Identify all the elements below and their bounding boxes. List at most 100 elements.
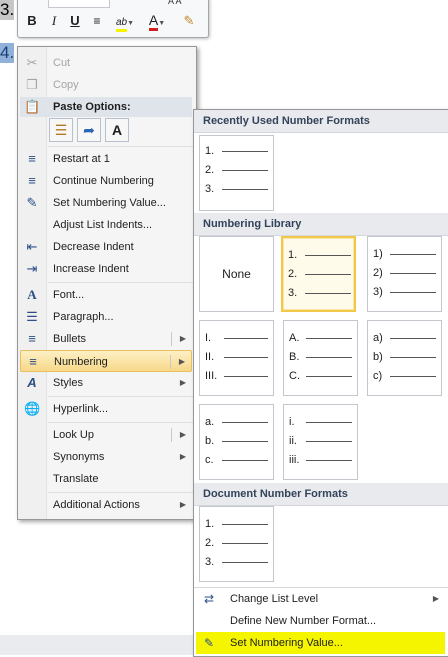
- menu-item-paragraph[interactable]: ☰ Paragraph...: [20, 306, 192, 328]
- library-tile-roman-upper[interactable]: I. II. III.: [199, 320, 274, 396]
- menu-item-set-numbering-value[interactable]: ✎ Set Numbering Value...: [20, 192, 192, 214]
- paste-options-header: 📋 Paste Options:: [20, 97, 192, 117]
- list-marker: 3.: [205, 556, 215, 568]
- menu-item-label: Increase Indent: [53, 263, 129, 275]
- library-tile-arabic-period[interactable]: 1. 2. 3.: [281, 236, 356, 312]
- format-painter-button[interactable]: ✎: [178, 10, 200, 32]
- menu-item-label: Synonyms: [53, 451, 105, 463]
- section-heading: Recently Used Number Formats: [203, 115, 370, 127]
- list-marker: C.: [289, 370, 300, 382]
- list-marker: 3.: [288, 287, 298, 299]
- list-marker: 1.: [288, 249, 298, 261]
- list-marker: 3.: [205, 183, 215, 195]
- menu-item-look-up[interactable]: Look Up ▶: [20, 424, 192, 446]
- clipboard-icon: 📋: [24, 99, 41, 114]
- scissors-icon: ✂: [26, 55, 38, 70]
- chevron-right-icon[interactable]: ▶: [433, 588, 439, 610]
- paste-merge-formatting-button[interactable]: ➦: [77, 118, 101, 142]
- list-marker: 3): [373, 286, 383, 298]
- list-marker: c.: [205, 454, 214, 466]
- document-formats-header: Document Number Formats: [194, 483, 448, 506]
- list-marker: a): [373, 332, 383, 344]
- font-icon: A: [27, 287, 37, 302]
- menu-item-define-new-number-format[interactable]: Define New Number Format...: [196, 610, 445, 632]
- list-marker: 1.: [205, 145, 215, 157]
- italic-button[interactable]: I: [45, 10, 63, 32]
- set-numbering-value-icon: ✎: [203, 636, 215, 650]
- menu-separator: [48, 396, 194, 397]
- menu-item-label: Font...: [53, 289, 85, 301]
- menu-item-label: Look Up: [53, 429, 94, 441]
- menu-item-decrease-indent[interactable]: ⇤ Decrease Indent: [20, 236, 192, 258]
- menu-item-adjust-list-indents[interactable]: Adjust List Indents...: [20, 214, 192, 236]
- library-tile-arabic-paren[interactable]: 1) 2) 3): [367, 236, 442, 312]
- menu-item-font[interactable]: A Font...: [20, 284, 192, 306]
- list-marker: A.: [289, 332, 300, 344]
- menu-item-copy[interactable]: ❐ Copy: [20, 74, 192, 96]
- globe-link-icon: 🌐: [24, 401, 41, 416]
- list-marker: b.: [205, 435, 215, 447]
- menu-item-label: Bullets: [53, 333, 87, 345]
- grow-shrink-font-buttons[interactable]: A A: [168, 0, 182, 6]
- document-list-number-4[interactable]: 4.: [0, 43, 14, 63]
- none-label: None: [222, 267, 251, 281]
- list-marker: 2.: [288, 268, 298, 280]
- section-heading: Numbering Library: [203, 218, 302, 230]
- continue-numbering-icon: ≡: [28, 173, 36, 188]
- menu-item-additional-actions[interactable]: Additional Actions ▶: [20, 494, 192, 516]
- chevron-right-icon[interactable]: ▶: [179, 351, 185, 373]
- menu-separator: [48, 282, 194, 283]
- menu-item-bullets[interactable]: ≡ Bullets ▶: [20, 328, 192, 350]
- menu-item-label: Cut: [53, 57, 71, 69]
- menu-item-set-numbering-value-panel[interactable]: ✎ Set Numbering Value...: [196, 632, 445, 654]
- section-heading: Document Number Formats: [203, 488, 348, 500]
- paste-options-label: Paste Options:: [53, 101, 131, 113]
- center-align-button[interactable]: ≡: [88, 10, 106, 32]
- chevron-right-icon[interactable]: ▶: [180, 494, 186, 516]
- menu-separator: [48, 422, 194, 423]
- menu-item-label: Additional Actions: [53, 499, 140, 511]
- list-marker: i.: [289, 416, 295, 428]
- numbering-library-header: Numbering Library: [194, 213, 448, 236]
- menu-item-change-list-level[interactable]: ⇄ Change List Level ▶: [196, 588, 445, 610]
- menu-item-label: Translate: [53, 473, 99, 485]
- menu-item-translate[interactable]: Translate: [20, 468, 192, 490]
- recent-format-tile[interactable]: 1. 2. 3.: [199, 135, 274, 211]
- list-marker: c): [373, 370, 383, 382]
- chevron-right-icon[interactable]: ▶: [180, 372, 186, 394]
- library-tile-alpha-lower[interactable]: a. b. c.: [199, 404, 274, 480]
- paste-keep-text-only-button[interactable]: A: [105, 118, 129, 142]
- paste-text-only-icon: A: [111, 122, 123, 138]
- font-color-button[interactable]: A▼: [142, 10, 172, 32]
- library-tile-alpha-paren[interactable]: a) b) c): [367, 320, 442, 396]
- menu-item-synonyms[interactable]: Synonyms ▶: [20, 446, 192, 468]
- list-marker: 1): [373, 248, 383, 260]
- menu-item-label: Paragraph...: [53, 311, 114, 323]
- menu-item-label: Continue Numbering: [53, 175, 154, 187]
- menu-item-label: Change List Level: [230, 593, 319, 605]
- menu-item-cut[interactable]: ✂ Cut: [20, 52, 192, 74]
- menu-item-styles[interactable]: A Styles ▶: [20, 372, 192, 394]
- menu-item-hyperlink[interactable]: 🌐 Hyperlink...: [20, 398, 192, 420]
- menu-item-increase-indent[interactable]: ⇥ Increase Indent: [20, 258, 192, 280]
- highlight-button[interactable]: ab▼: [110, 10, 140, 32]
- library-tile-roman-lower[interactable]: i. ii. iii.: [283, 404, 358, 480]
- library-tile-alpha-upper[interactable]: A. B. C.: [283, 320, 358, 396]
- chevron-down-icon[interactable]: ▼: [127, 20, 134, 27]
- bold-button[interactable]: B: [23, 10, 41, 32]
- paintbrush-icon: ✎: [183, 13, 195, 28]
- chevron-right-icon[interactable]: ▶: [180, 328, 186, 350]
- font-size-field[interactable]: [48, 0, 110, 8]
- chevron-down-icon[interactable]: ▼: [158, 20, 165, 27]
- underline-button[interactable]: U: [66, 10, 84, 32]
- library-tile-none[interactable]: None: [199, 236, 274, 312]
- chevron-right-icon[interactable]: ▶: [180, 424, 186, 446]
- document-format-tile[interactable]: 1. 2. 3.: [199, 506, 274, 582]
- list-marker: 2): [373, 267, 383, 279]
- chevron-right-icon[interactable]: ▶: [180, 446, 186, 468]
- menu-item-restart-at-1[interactable]: ≡ Restart at 1: [20, 148, 192, 170]
- menu-item-numbering[interactable]: ≡ Numbering ▶: [20, 350, 192, 372]
- bullets-icon: ≡: [28, 331, 36, 346]
- paste-keep-source-formatting-button[interactable]: ☰: [49, 118, 73, 142]
- menu-item-continue-numbering[interactable]: ≡ Continue Numbering: [20, 170, 192, 192]
